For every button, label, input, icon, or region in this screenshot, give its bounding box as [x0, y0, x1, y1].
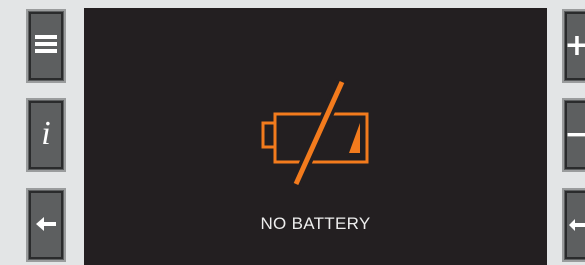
- status-text: NO BATTERY: [260, 214, 371, 233]
- minus-icon: −: [564, 117, 585, 152]
- enter-icon: [569, 215, 585, 235]
- menu-icon: [35, 34, 57, 58]
- info-icon: i: [41, 115, 51, 152]
- back-arrow-icon: [36, 216, 56, 235]
- minus-button[interactable]: −: [562, 98, 585, 172]
- menu-button[interactable]: [26, 9, 66, 83]
- back-button[interactable]: [26, 188, 66, 262]
- plus-icon: +: [564, 28, 585, 63]
- enter-button[interactable]: [562, 188, 585, 262]
- info-button[interactable]: i: [26, 98, 66, 172]
- plus-button[interactable]: +: [562, 9, 585, 83]
- display-screen: NO BATTERY: [84, 8, 547, 265]
- no-battery-icon: [260, 78, 372, 188]
